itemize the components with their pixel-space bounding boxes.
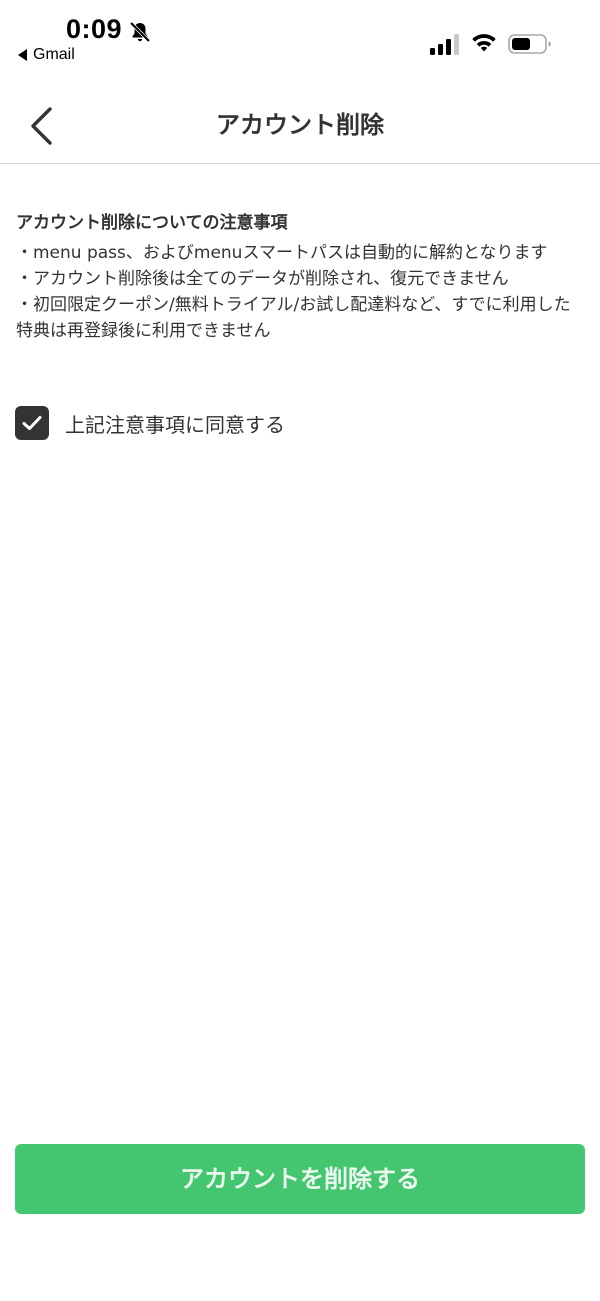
nav-bar: アカウント削除 — [0, 88, 600, 164]
page-title: アカウント削除 — [216, 111, 384, 139]
back-button[interactable] — [20, 104, 64, 148]
bell-slash-icon — [129, 21, 151, 43]
status-time: 0:09 — [66, 14, 123, 44]
wifi-icon — [472, 34, 496, 52]
agree-checkbox-row[interactable]: 上記注意事項に同意する — [15, 406, 285, 440]
back-arrow-icon — [18, 49, 27, 61]
notice-item: ・アカウント削除後は全てのデータが削除され、復元できません — [16, 269, 509, 289]
chevron-left-icon — [31, 107, 52, 145]
back-to-gmail-link[interactable]: Gmail — [18, 46, 75, 64]
agree-checkbox[interactable] — [15, 406, 49, 440]
checkmark-icon — [22, 416, 42, 430]
delete-account-button[interactable]: アカウントを削除する — [15, 1144, 585, 1214]
cellular-signal-icon — [430, 34, 459, 55]
notice-heading: アカウント削除についての注意事項 — [16, 213, 288, 233]
battery-icon — [508, 34, 551, 54]
notice-list: ・menu pass、およびmenuスマートパスは自動的に解約となります ・アカ… — [16, 240, 586, 344]
notice-item: ・menu pass、およびmenuスマートパスは自動的に解約となります — [16, 243, 548, 263]
back-app-label: Gmail — [33, 46, 75, 63]
agree-label: 上記注意事項に同意する — [65, 412, 285, 437]
notice-item: ・初回限定クーポン/無料トライアル/お試し配達料など、すでに利用した特典は再登録… — [16, 295, 571, 341]
status-bar: 0:09 Gmail — [0, 0, 600, 80]
